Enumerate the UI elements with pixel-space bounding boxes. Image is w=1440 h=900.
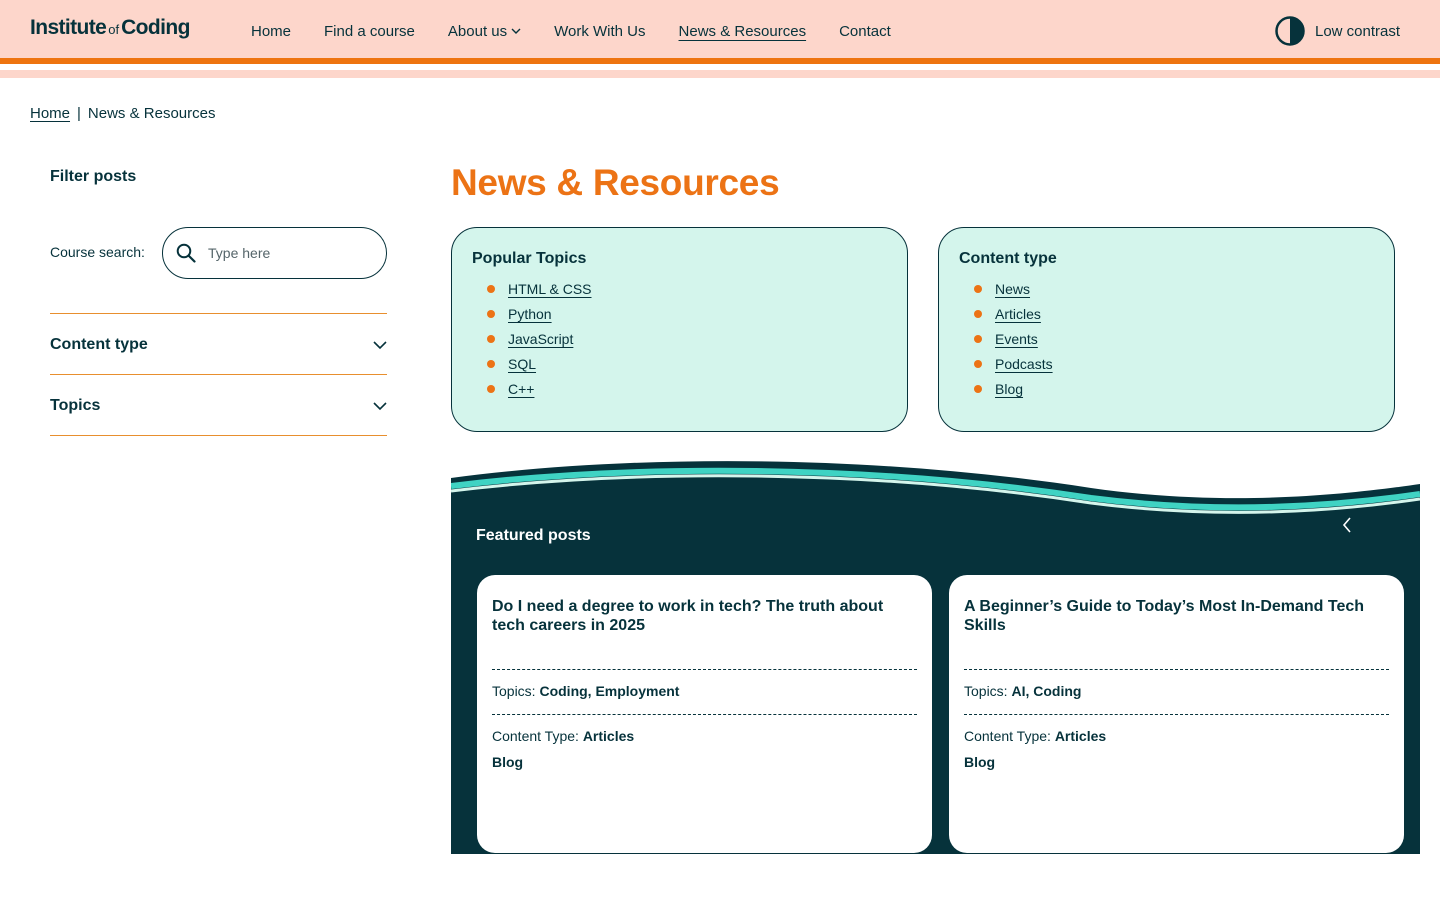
post-content-type-value: Articles	[1054, 728, 1107, 744]
breadcrumb-home-link[interactable]: Home	[30, 105, 70, 122]
logo-text-end: Coding	[121, 16, 190, 39]
chevron-left-icon[interactable]	[1336, 514, 1358, 536]
contrast-icon	[1275, 16, 1305, 46]
content-type-link-news[interactable]: News	[995, 281, 1030, 297]
featured-post-card[interactable]: A Beginner’s Guide to Today’s Most In-De…	[949, 575, 1404, 853]
list-item: JavaScript	[487, 326, 887, 351]
site-logo[interactable]: Institute ofCoding	[30, 16, 190, 40]
content-type-list: News Articles Events Podcasts Blog	[959, 276, 1374, 401]
nav-home[interactable]: Home	[251, 23, 291, 40]
list-item: SQL	[487, 351, 887, 376]
post-content-type: Content Type: Articles	[964, 715, 1389, 759]
topic-link-javascript[interactable]: JavaScript	[508, 331, 573, 347]
post-content-type: Content Type: Articles	[492, 715, 917, 759]
post-topics-label: Topics:	[492, 683, 536, 699]
contrast-label: Low contrast	[1315, 22, 1401, 40]
accordion-topics[interactable]: Topics	[50, 374, 387, 436]
breadcrumb-separator: |	[77, 105, 81, 122]
nav-news-resources[interactable]: News & Resources	[679, 23, 807, 40]
nav-work-with-us[interactable]: Work With Us	[554, 23, 645, 40]
post-title[interactable]: Do I need a degree to work in tech? The …	[492, 597, 917, 669]
bullet-icon	[974, 384, 982, 393]
list-item: HTML & CSS	[487, 276, 887, 301]
accordion-topics-label: Topics	[50, 396, 101, 414]
bullet-icon	[974, 359, 982, 368]
logo-text-main: Institute	[30, 16, 107, 39]
chevron-down-icon	[373, 340, 387, 349]
list-item: C++	[487, 376, 887, 401]
filter-posts-heading: Filter posts	[50, 168, 137, 185]
post-category: Blog	[492, 754, 524, 770]
list-item: Articles	[974, 301, 1374, 326]
list-item: Events	[974, 326, 1374, 351]
nav-about-us[interactable]: About us	[448, 23, 521, 40]
header-peach-stripe	[0, 70, 1440, 78]
breadcrumb-current: News & Resources	[87, 105, 216, 122]
topic-link-sql[interactable]: SQL	[508, 356, 536, 372]
bullet-icon	[487, 334, 495, 343]
content-type-link-events[interactable]: Events	[995, 331, 1038, 347]
bullet-icon	[487, 309, 495, 318]
nav-find-a-course[interactable]: Find a course	[324, 23, 415, 40]
accordion-content-type-label: Content type	[50, 335, 148, 353]
page-title: News & Resources	[451, 162, 780, 203]
post-content-type-label: Content Type:	[492, 728, 579, 744]
featured-posts-heading: Featured posts	[476, 527, 591, 544]
post-content-type-value: Articles	[582, 728, 635, 744]
chevron-down-icon	[373, 401, 387, 410]
list-item: News	[974, 276, 1374, 301]
popular-topics-card: Popular Topics HTML & CSS Python JavaScr…	[451, 227, 908, 432]
content-type-card: Content type News Articles Events Podcas…	[938, 227, 1395, 432]
logo-text-of: of	[108, 22, 120, 37]
post-category: Blog	[964, 754, 996, 770]
list-item: Python	[487, 301, 887, 326]
course-search-input[interactable]	[208, 245, 368, 261]
bullet-icon	[487, 384, 495, 393]
content-type-link-blog[interactable]: Blog	[995, 381, 1023, 397]
accordion-content-type[interactable]: Content type	[50, 313, 387, 375]
nav-about-us-label: About us	[447, 22, 508, 40]
course-search-box[interactable]	[162, 227, 387, 279]
topic-link-cpp[interactable]: C++	[508, 381, 534, 397]
content-type-link-podcasts[interactable]: Podcasts	[995, 356, 1053, 372]
list-item: Blog	[974, 376, 1374, 401]
wave-divider	[451, 461, 1420, 528]
course-search-label: Course search:	[50, 244, 145, 260]
breadcrumb: Home | News & Resources	[30, 105, 215, 122]
bullet-icon	[487, 284, 495, 293]
bullet-icon	[487, 359, 495, 368]
content-type-heading: Content type	[959, 250, 1057, 267]
post-topics: Topics: AI, Coding	[964, 670, 1389, 714]
post-title[interactable]: A Beginner’s Guide to Today’s Most In-De…	[964, 597, 1389, 669]
topic-link-python[interactable]: Python	[508, 306, 552, 322]
search-icon	[176, 243, 196, 263]
popular-topics-heading: Popular Topics	[472, 250, 587, 267]
topic-link-html-css[interactable]: HTML & CSS	[508, 281, 592, 297]
bullet-icon	[974, 284, 982, 293]
chevron-down-icon	[511, 28, 521, 34]
contrast-toggle[interactable]: Low contrast	[1275, 16, 1400, 46]
popular-topics-list: HTML & CSS Python JavaScript SQL C++	[472, 276, 887, 401]
accordion-divider	[50, 435, 387, 436]
post-topics: Topics: Coding, Employment	[492, 670, 917, 714]
post-content-type-label: Content Type:	[964, 728, 1051, 744]
post-topics-value: AI, Coding	[1011, 683, 1082, 699]
nav-contact[interactable]: Contact	[839, 23, 891, 40]
post-topics-value: Coding, Employment	[539, 683, 680, 699]
bullet-icon	[974, 309, 982, 318]
featured-post-card[interactable]: Do I need a degree to work in tech? The …	[477, 575, 932, 853]
post-topics-label: Topics:	[964, 683, 1008, 699]
list-item: Podcasts	[974, 351, 1374, 376]
main-nav: Home Find a course About us Work With Us…	[251, 21, 924, 41]
content-type-link-articles[interactable]: Articles	[995, 306, 1041, 322]
bullet-icon	[974, 334, 982, 343]
